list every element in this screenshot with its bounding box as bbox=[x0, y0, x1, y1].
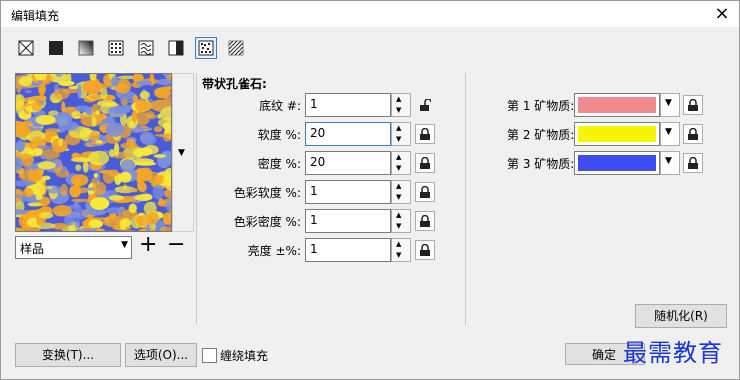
fountain-fill-icon bbox=[78, 40, 94, 56]
mineral-1-color-swatch[interactable] bbox=[574, 93, 660, 117]
color-fill bbox=[578, 155, 656, 171]
lock-icon[interactable] bbox=[683, 124, 703, 144]
bitmap-pattern-icon bbox=[138, 40, 154, 56]
mineral-label: 第 3 矿物质: bbox=[507, 157, 575, 171]
lock-icon[interactable] bbox=[415, 211, 435, 231]
divider bbox=[465, 73, 466, 325]
chevron-down-icon: ▼ bbox=[665, 127, 672, 137]
sample-combo[interactable]: 样品 ▼ bbox=[15, 236, 132, 259]
color-fill bbox=[578, 97, 656, 113]
lock-icon[interactable] bbox=[683, 95, 703, 115]
texture-preview-image bbox=[16, 74, 171, 231]
density-spinner[interactable]: ▲ ▼ bbox=[391, 151, 411, 175]
add-icon[interactable]: + bbox=[139, 234, 157, 256]
texture-name: 带状孔雀石: bbox=[202, 77, 267, 91]
param-label: 亮度 ±%: bbox=[247, 244, 301, 258]
wrap-fill-label: 缠绕填充 bbox=[220, 349, 269, 363]
texture-preview[interactable] bbox=[15, 73, 172, 232]
uniform-fill-icon bbox=[49, 41, 63, 55]
unlock-icon[interactable] bbox=[415, 95, 435, 115]
mineral-label: 第 2 矿物质: bbox=[507, 128, 575, 142]
texture-fill-icon bbox=[198, 40, 214, 56]
fill-type-toolbar bbox=[15, 37, 247, 59]
bitmap-pattern-fill-button[interactable] bbox=[135, 37, 157, 59]
lock-icon[interactable] bbox=[415, 240, 435, 260]
color-softness-spinner[interactable]: ▲ ▼ bbox=[391, 180, 411, 204]
param-row-density: 密度 %: 20 ▲ ▼ bbox=[201, 151, 441, 175]
mineral-3-color-swatch[interactable] bbox=[574, 151, 660, 175]
color-softness-input[interactable]: 1 bbox=[305, 180, 391, 204]
remove-icon[interactable]: − bbox=[167, 234, 185, 256]
close-icon[interactable]: × bbox=[711, 3, 733, 25]
color-density-spinner[interactable]: ▲ ▼ bbox=[391, 209, 411, 233]
param-row-brightness: 亮度 ±%: 1 ▲ ▼ bbox=[201, 238, 441, 262]
param-label: 底纹 #: bbox=[259, 99, 301, 113]
chevron-down-icon: ▼ bbox=[121, 240, 128, 250]
lock-icon[interactable] bbox=[683, 153, 703, 173]
param-label: 密度 %: bbox=[257, 157, 301, 171]
title-bar: 编辑填充 × bbox=[1, 1, 739, 27]
brightness-input[interactable]: 1 bbox=[305, 238, 391, 262]
color-fill bbox=[578, 126, 656, 142]
mineral-2-color-swatch[interactable] bbox=[574, 122, 660, 146]
texture-number-spinner[interactable]: ▲ ▼ bbox=[391, 93, 411, 117]
chevron-down-icon: ▼ bbox=[178, 148, 185, 158]
wrap-fill-checkbox[interactable] bbox=[202, 348, 217, 363]
divider bbox=[196, 73, 197, 325]
param-label: 色彩软度 %: bbox=[233, 186, 301, 200]
mineral-3-color-dropdown[interactable]: ▼ bbox=[660, 151, 680, 175]
softness-spinner[interactable]: ▲ ▼ bbox=[391, 122, 411, 146]
dialog-title: 编辑填充 bbox=[11, 9, 60, 23]
mineral-row-3: 第 3 矿物质: ▼ bbox=[481, 151, 731, 175]
param-row-color-density: 色彩密度 %: 1 ▲ ▼ bbox=[201, 209, 441, 233]
vector-pattern-icon bbox=[108, 40, 124, 56]
edit-fill-dialog: 编辑填充 × ▼ 样品 ▼ + − 带状孔雀石: 底纹 #: 1 ▲ ▼ 软度 … bbox=[0, 0, 740, 380]
no-fill-icon bbox=[18, 40, 34, 56]
param-label: 色彩密度 %: bbox=[233, 215, 301, 229]
postscript-fill-button[interactable] bbox=[225, 37, 247, 59]
options-button[interactable]: 选项(O)... bbox=[125, 343, 197, 367]
mineral-1-color-dropdown[interactable]: ▼ bbox=[660, 93, 680, 117]
param-row-texture-number: 底纹 #: 1 ▲ ▼ bbox=[201, 93, 441, 117]
softness-input[interactable]: 20 bbox=[305, 122, 391, 146]
vector-pattern-fill-button[interactable] bbox=[105, 37, 127, 59]
param-label: 软度 %: bbox=[257, 128, 301, 142]
color-density-input[interactable]: 1 bbox=[305, 209, 391, 233]
texture-number-input[interactable]: 1 bbox=[305, 93, 391, 117]
mineral-2-color-dropdown[interactable]: ▼ bbox=[660, 122, 680, 146]
texture-library-dropdown[interactable]: ▼ bbox=[172, 73, 194, 232]
density-input[interactable]: 20 bbox=[305, 151, 391, 175]
texture-fill-button[interactable] bbox=[195, 37, 217, 59]
lock-icon[interactable] bbox=[415, 124, 435, 144]
uniform-fill-button[interactable] bbox=[45, 37, 67, 59]
mineral-row-2: 第 2 矿物质: ▼ bbox=[481, 122, 731, 146]
chevron-down-icon: ▼ bbox=[665, 156, 672, 166]
param-row-color-softness: 色彩软度 %: 1 ▲ ▼ bbox=[201, 180, 441, 204]
no-fill-button[interactable] bbox=[15, 37, 37, 59]
brightness-spinner[interactable]: ▲ ▼ bbox=[391, 238, 411, 262]
lock-icon[interactable] bbox=[415, 153, 435, 173]
chevron-down-icon: ▼ bbox=[665, 98, 672, 108]
fountain-fill-button[interactable] bbox=[75, 37, 97, 59]
watermark-text: 最需教育 bbox=[623, 339, 723, 367]
param-row-softness: 软度 %: 20 ▲ ▼ bbox=[201, 122, 441, 146]
transform-button[interactable]: 变换(T)... bbox=[15, 343, 121, 367]
two-color-pattern-fill-button[interactable] bbox=[165, 37, 187, 59]
mineral-label: 第 1 矿物质: bbox=[507, 99, 575, 113]
lock-icon[interactable] bbox=[415, 182, 435, 202]
two-color-pattern-icon bbox=[168, 40, 184, 56]
postscript-fill-icon bbox=[228, 40, 244, 56]
randomize-button[interactable]: 随机化(R) bbox=[635, 304, 727, 328]
mineral-row-1: 第 1 矿物质: ▼ bbox=[481, 93, 731, 117]
